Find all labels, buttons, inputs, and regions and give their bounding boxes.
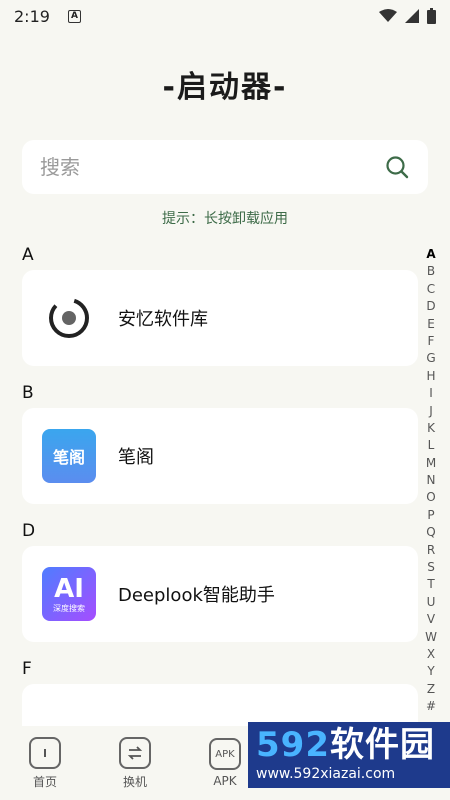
index-letter[interactable]: M: [426, 455, 436, 472]
app-name: 笔阁: [118, 447, 154, 468]
ai-icon-label: AI: [54, 573, 84, 604]
status-icons: [379, 8, 436, 24]
index-letter[interactable]: W: [425, 629, 437, 646]
index-letter[interactable]: G: [426, 350, 435, 367]
page-title: -启动器-: [162, 70, 288, 105]
index-letter[interactable]: F: [428, 333, 435, 350]
index-letter[interactable]: H: [426, 368, 435, 385]
nav-label: 换机: [122, 774, 147, 789]
index-letter[interactable]: Z: [427, 681, 435, 698]
status-bar: 2:19 A: [0, 0, 450, 32]
search-bar[interactable]: [22, 140, 428, 194]
ink-calligraphy-icon: [42, 291, 96, 345]
index-letter[interactable]: K: [427, 420, 435, 437]
bige-book-icon: 笔阁: [42, 429, 96, 483]
apk-icon: APK: [209, 738, 241, 770]
wifi-icon: [379, 9, 397, 22]
section-header-d: D: [22, 521, 36, 541]
watermark-title: 592软件园: [256, 725, 435, 765]
battery-icon: [427, 8, 436, 24]
index-letter[interactable]: R: [427, 542, 435, 559]
app-item[interactable]: 笔阁 笔阁: [22, 408, 418, 504]
index-letter[interactable]: P: [427, 507, 434, 524]
section-header-b: B: [22, 383, 34, 403]
index-letter[interactable]: E: [427, 316, 435, 333]
app-list[interactable]: A 安忆软件库 B 笔阁 笔阁 D AI 深度搜索 Deeplook智能助手 F: [0, 240, 418, 730]
index-letter[interactable]: A: [426, 246, 435, 263]
index-letter[interactable]: B: [427, 263, 435, 280]
signal-icon: [405, 9, 419, 23]
index-letter[interactable]: V: [427, 611, 435, 628]
app-item[interactable]: AI 深度搜索 Deeplook智能助手: [22, 546, 418, 642]
notification-icon: A: [67, 9, 81, 23]
index-letter[interactable]: U: [427, 594, 436, 611]
watermark-logo: 592软件园 www.592xiazai.com: [248, 722, 450, 788]
search-icon[interactable]: [384, 154, 410, 180]
index-letter[interactable]: D: [426, 298, 435, 315]
hint-text: 提示：长按卸载应用: [162, 211, 288, 227]
ai-search-icon: AI 深度搜索: [42, 567, 96, 621]
index-letter[interactable]: Q: [426, 524, 435, 541]
index-letter[interactable]: C: [427, 281, 435, 298]
home-icon: [29, 736, 61, 769]
app-name: 安忆软件库: [118, 309, 208, 330]
index-letter[interactable]: I: [429, 385, 433, 402]
nav-swap[interactable]: 换机: [90, 726, 180, 800]
ai-icon-sublabel: 深度搜索: [53, 603, 85, 613]
index-letter[interactable]: #: [426, 698, 436, 715]
search-input[interactable]: [40, 155, 384, 179]
nav-home[interactable]: 首页: [0, 726, 90, 800]
app-name: Deeplook智能助手: [118, 585, 275, 606]
status-time: 2:19: [14, 6, 50, 26]
index-letter[interactable]: L: [428, 437, 435, 454]
app-item[interactable]: 安忆软件库: [22, 270, 418, 366]
index-letter[interactable]: N: [427, 472, 436, 489]
index-letter[interactable]: O: [426, 489, 435, 506]
section-header-a: A: [22, 245, 34, 265]
swap-icon: [119, 736, 151, 769]
section-header-f: F: [22, 659, 32, 679]
index-letter[interactable]: X: [427, 646, 435, 663]
nav-label: APK: [213, 774, 237, 788]
nav-label: 首页: [32, 774, 57, 789]
index-letter[interactable]: S: [427, 559, 435, 576]
index-letter[interactable]: T: [427, 576, 434, 593]
index-letter[interactable]: Y: [427, 663, 434, 680]
alphabet-index[interactable]: A B C D E F G H I J K L M N O P Q R S T …: [424, 246, 438, 716]
watermark-url: www.592xiazai.com: [256, 766, 396, 782]
index-letter[interactable]: J: [429, 403, 433, 420]
